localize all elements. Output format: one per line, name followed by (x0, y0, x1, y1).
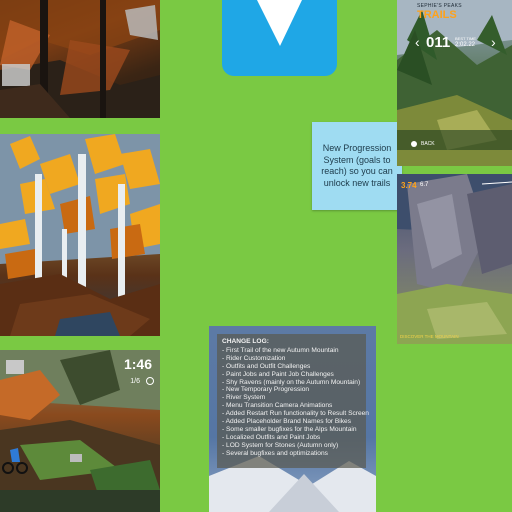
trail-number: 011 (426, 34, 451, 51)
changelog-line: - Several bugfixes and optimizations (222, 449, 328, 457)
changelog-panel: CHANGE LOG: - First Trail of the new Aut… (217, 334, 369, 468)
checkpoint-count: 1/6 (130, 378, 140, 385)
cliff-screenshot: 3.74 6.7 DISCOVER THE MOUNTAIN (397, 174, 512, 344)
next-trail-button[interactable]: › (491, 34, 496, 50)
changelog-line: - Rider Customization (222, 354, 286, 362)
changelog-line: - Outfits and Outfit Challenges (222, 362, 311, 370)
changelog-line: - Some smaller bugfixes for the Alps Mou… (222, 425, 357, 433)
target-value: 6.7 (420, 182, 429, 188)
changelog-line: - New Temporary Progression (222, 386, 310, 394)
trails-menu-screenshot: SEPHIE'S PEAKS TRAILS ‹ 011 BEST TIME 2:… (397, 0, 512, 166)
autumn-birch-screenshot (0, 134, 160, 336)
note-text: New Progression System (goals to reach) … (321, 143, 393, 188)
trails-title: TRAILS (417, 9, 457, 21)
changelog-line: - First Trail of the new Autumn Mountain (222, 346, 339, 354)
changelog-screenshot: CHANGE LOG: - First Trail of the new Aut… (209, 326, 376, 512)
speed-value: 3.74 (401, 181, 417, 190)
changelog-line: - Localized Outfits and Paint Jobs (222, 433, 321, 441)
changelog-heading: CHANGE LOG: (222, 338, 269, 345)
back-button[interactable]: BACK (421, 141, 435, 147)
changelog-line: - LOD System for Stones (Autumn only) (222, 441, 339, 449)
logo-chevron-icon (257, 0, 302, 46)
changelog-line: - Added Restart Run functionality to Res… (222, 410, 369, 418)
changelog-line: - Menu Transition Camera Animations (222, 402, 333, 410)
changelog-list: - First Trail of the new Autumn Mountain… (222, 346, 369, 458)
cliff-caption: DISCOVER THE MOUNTAIN (400, 334, 459, 339)
sticky-note: New Progression System (goals to reach) … (312, 122, 402, 210)
race-timer: 1:46 (123, 356, 152, 372)
forest-screenshot (0, 0, 160, 118)
autumn-scene (0, 134, 160, 336)
settings-icon[interactable] (146, 377, 154, 385)
changelog-line: - River System (222, 394, 266, 402)
changelog-line: - Added Placeholder Brand Names for Bike… (222, 418, 352, 426)
best-time-value: 2:02.22 (455, 42, 476, 48)
bike-race-screenshot: 1:46 1/6 (0, 350, 160, 512)
forest-scene (0, 0, 160, 118)
prev-trail-button[interactable]: ‹ (415, 34, 420, 50)
best-time-label: BEST TIME (455, 36, 476, 41)
app-logo (222, 0, 337, 76)
changelog-line: - Shy Ravens (mainly on the Autumn Mount… (222, 378, 361, 386)
back-button-icon[interactable] (411, 141, 417, 147)
changelog-line: - Paint Jobs and Paint Job Challenges (222, 370, 334, 378)
cliff-scene (397, 174, 512, 344)
race-scene (0, 350, 160, 512)
